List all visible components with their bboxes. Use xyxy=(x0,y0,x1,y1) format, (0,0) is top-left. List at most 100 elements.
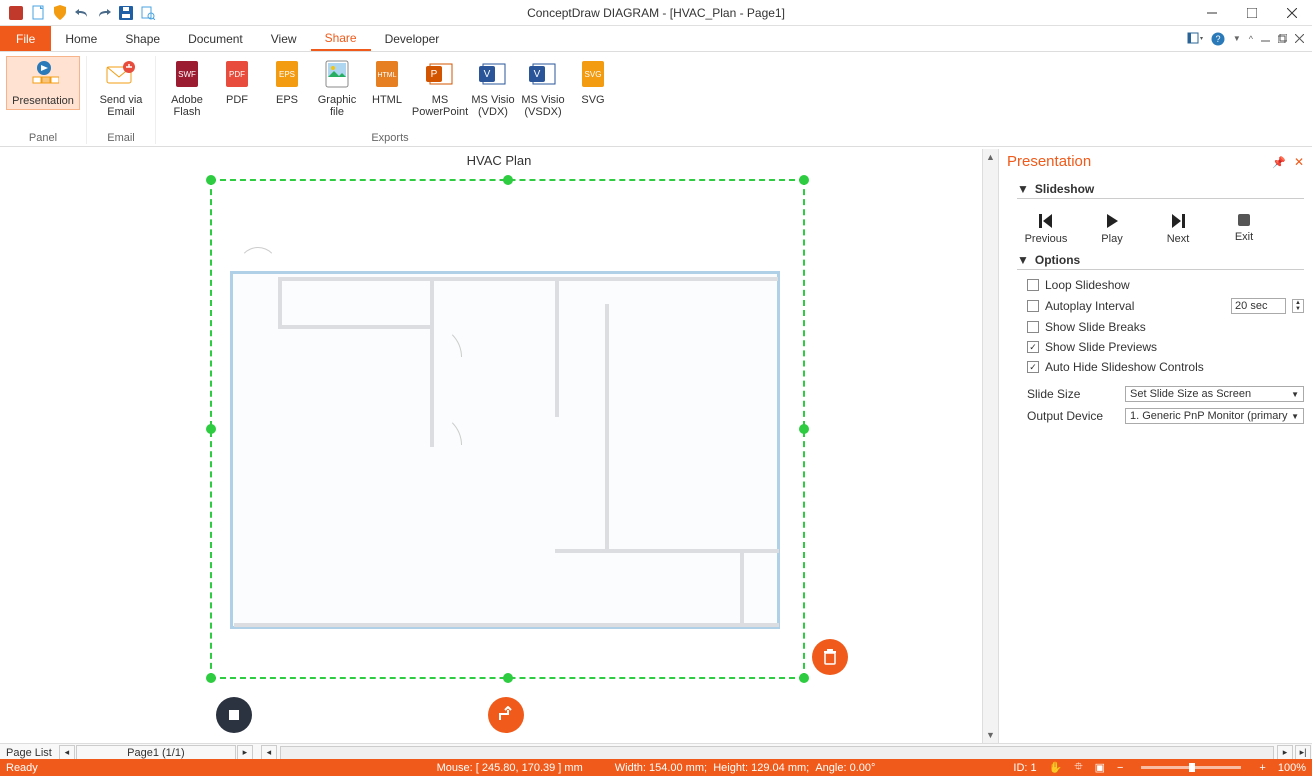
delete-fab[interactable] xyxy=(812,639,848,675)
redo-icon[interactable] xyxy=(96,5,112,21)
chevron-down-icon: ▼ xyxy=(1291,390,1299,399)
export-pdf-button[interactable]: PDF PDF xyxy=(212,56,262,120)
help-icon[interactable]: ? xyxy=(1211,32,1225,46)
export-vdx-button[interactable]: V MS Visio (VDX) xyxy=(468,56,518,120)
export-eps-button[interactable]: EPS EPS xyxy=(262,56,312,120)
visio-vsdx-icon: V xyxy=(527,58,559,90)
tab-developer[interactable]: Developer xyxy=(371,26,454,51)
tab-view[interactable]: View xyxy=(257,26,311,51)
slideshow-header: Slideshow xyxy=(1035,182,1094,196)
autohide-checkbox[interactable] xyxy=(1027,361,1039,373)
slideshow-next-button[interactable]: Next xyxy=(1155,213,1201,245)
wall xyxy=(278,277,778,281)
zoom-slider[interactable] xyxy=(1141,766,1241,769)
slideshow-exit-button[interactable]: Exit xyxy=(1221,213,1267,245)
wall xyxy=(278,277,282,325)
wall xyxy=(278,325,430,329)
panels-dropdown-icon[interactable] xyxy=(1187,32,1203,46)
export-vsdx-button[interactable]: V MS Visio (VSDX) xyxy=(518,56,568,120)
inner-close-icon[interactable] xyxy=(1295,34,1304,43)
breaks-checkbox[interactable] xyxy=(1027,321,1039,333)
export-graphic-button[interactable]: Graphic file xyxy=(312,56,362,120)
svg-text:SWF: SWF xyxy=(178,70,196,79)
pin-icon[interactable]: 📌 xyxy=(1272,157,1286,169)
tab-share[interactable]: Share xyxy=(311,26,371,51)
print-preview-icon[interactable] xyxy=(140,5,156,21)
route-fab[interactable] xyxy=(488,697,524,733)
help-dropdown-icon[interactable]: ▼ xyxy=(1233,34,1241,43)
slideshow-previous-button[interactable]: Previous xyxy=(1023,213,1069,245)
scroll-down-icon[interactable]: ▼ xyxy=(983,727,998,743)
autoplay-checkbox[interactable] xyxy=(1027,300,1039,312)
stop-fab[interactable] xyxy=(216,697,252,733)
tab-file[interactable]: File xyxy=(0,26,51,51)
resize-handle-tr[interactable] xyxy=(799,175,809,185)
slideshow-play-button[interactable]: Play xyxy=(1089,213,1135,245)
undo-icon[interactable] xyxy=(74,5,90,21)
resize-handle-tl[interactable] xyxy=(206,175,216,185)
send-email-button[interactable]: Send via Email xyxy=(93,56,149,120)
inner-minimize-icon[interactable] xyxy=(1261,34,1270,43)
save-icon[interactable] xyxy=(118,5,134,21)
window-title: ConceptDraw DIAGRAM - [HVAC_Plan - Page1… xyxy=(527,6,785,20)
autoplay-interval-input[interactable]: 20 sec xyxy=(1231,298,1286,314)
status-ready: Ready xyxy=(6,762,38,774)
scroll-up-icon[interactable]: ▲ xyxy=(983,149,998,165)
inner-restore-icon[interactable] xyxy=(1278,34,1287,43)
tab-shape[interactable]: Shape xyxy=(111,26,174,51)
pan-icon[interactable]: ✋ xyxy=(1049,761,1063,774)
resize-handle-bm[interactable] xyxy=(503,673,513,683)
image-icon xyxy=(321,58,353,90)
resize-handle-br[interactable] xyxy=(799,673,809,683)
svg-icon: SVG xyxy=(577,58,609,90)
previews-checkbox[interactable] xyxy=(1027,341,1039,353)
new-doc-icon[interactable] xyxy=(30,5,46,21)
powerpoint-icon: P xyxy=(424,58,456,90)
tab-home[interactable]: Home xyxy=(51,26,111,51)
svg-text:V: V xyxy=(484,69,491,80)
resize-handle-tm[interactable] xyxy=(503,175,513,185)
pdf-icon: PDF xyxy=(221,58,253,90)
door-arc xyxy=(238,247,278,287)
svg-text:?: ? xyxy=(1215,34,1220,44)
fit-page-icon[interactable]: ▣ xyxy=(1095,761,1105,774)
canvas-vertical-scrollbar[interactable]: ▲ ▼ xyxy=(982,149,998,743)
export-flash-button[interactable]: SWF Adobe Flash xyxy=(162,56,212,120)
outputdevice-dropdown[interactable]: 1. Generic PnP Monitor (primary▼ xyxy=(1125,408,1304,424)
spin-down-icon[interactable]: ▼ xyxy=(1293,306,1303,312)
presentation-label: Presentation xyxy=(12,95,74,107)
resize-handle-bl[interactable] xyxy=(206,673,216,683)
export-html-button[interactable]: HTML HTML xyxy=(362,56,412,120)
resize-handle-mr[interactable] xyxy=(799,424,809,434)
collapse-icon[interactable]: ▼ xyxy=(1017,182,1029,196)
panel-close-icon[interactable]: ✕ xyxy=(1294,155,1304,169)
status-mouse: Mouse: [ 245.80, 170.39 ] mm xyxy=(437,762,583,774)
autohide-label: Auto Hide Slideshow Controls xyxy=(1045,360,1204,374)
exports-group-label: Exports xyxy=(371,132,408,144)
zoom-out-button[interactable]: − xyxy=(1117,762,1123,774)
presentation-button[interactable]: Presentation xyxy=(6,56,80,110)
tab-document[interactable]: Document xyxy=(174,26,257,51)
zoom-in-button[interactable]: + xyxy=(1259,762,1265,774)
app-icon xyxy=(8,5,24,21)
export-ppt-button[interactable]: P MS PowerPoint xyxy=(412,56,468,120)
export-svg-button[interactable]: SVG SVG xyxy=(568,56,618,120)
collapse-ribbon-icon[interactable]: ^ xyxy=(1249,34,1253,44)
svg-text:V: V xyxy=(534,69,541,80)
zoom-level[interactable]: 100% xyxy=(1278,762,1306,774)
collapse-icon[interactable]: ▼ xyxy=(1017,253,1029,267)
minimize-button[interactable] xyxy=(1192,0,1232,26)
zoom-area-icon[interactable]: ⯐ xyxy=(1074,758,1082,777)
eps-icon: EPS xyxy=(271,58,303,90)
previews-label: Show Slide Previews xyxy=(1045,340,1157,354)
loop-checkbox[interactable] xyxy=(1027,279,1039,291)
close-button[interactable] xyxy=(1272,0,1312,26)
resize-handle-ml[interactable] xyxy=(206,424,216,434)
shield-icon[interactable] xyxy=(52,5,68,21)
slidesize-dropdown[interactable]: Set Slide Size as Screen▼ xyxy=(1125,386,1304,402)
html-icon: HTML xyxy=(371,58,403,90)
options-header: Options xyxy=(1035,253,1080,267)
pagelist-label: Page List xyxy=(0,747,58,759)
maximize-button[interactable] xyxy=(1232,0,1272,26)
drawing-canvas[interactable]: HVAC Plan xyxy=(0,149,998,743)
